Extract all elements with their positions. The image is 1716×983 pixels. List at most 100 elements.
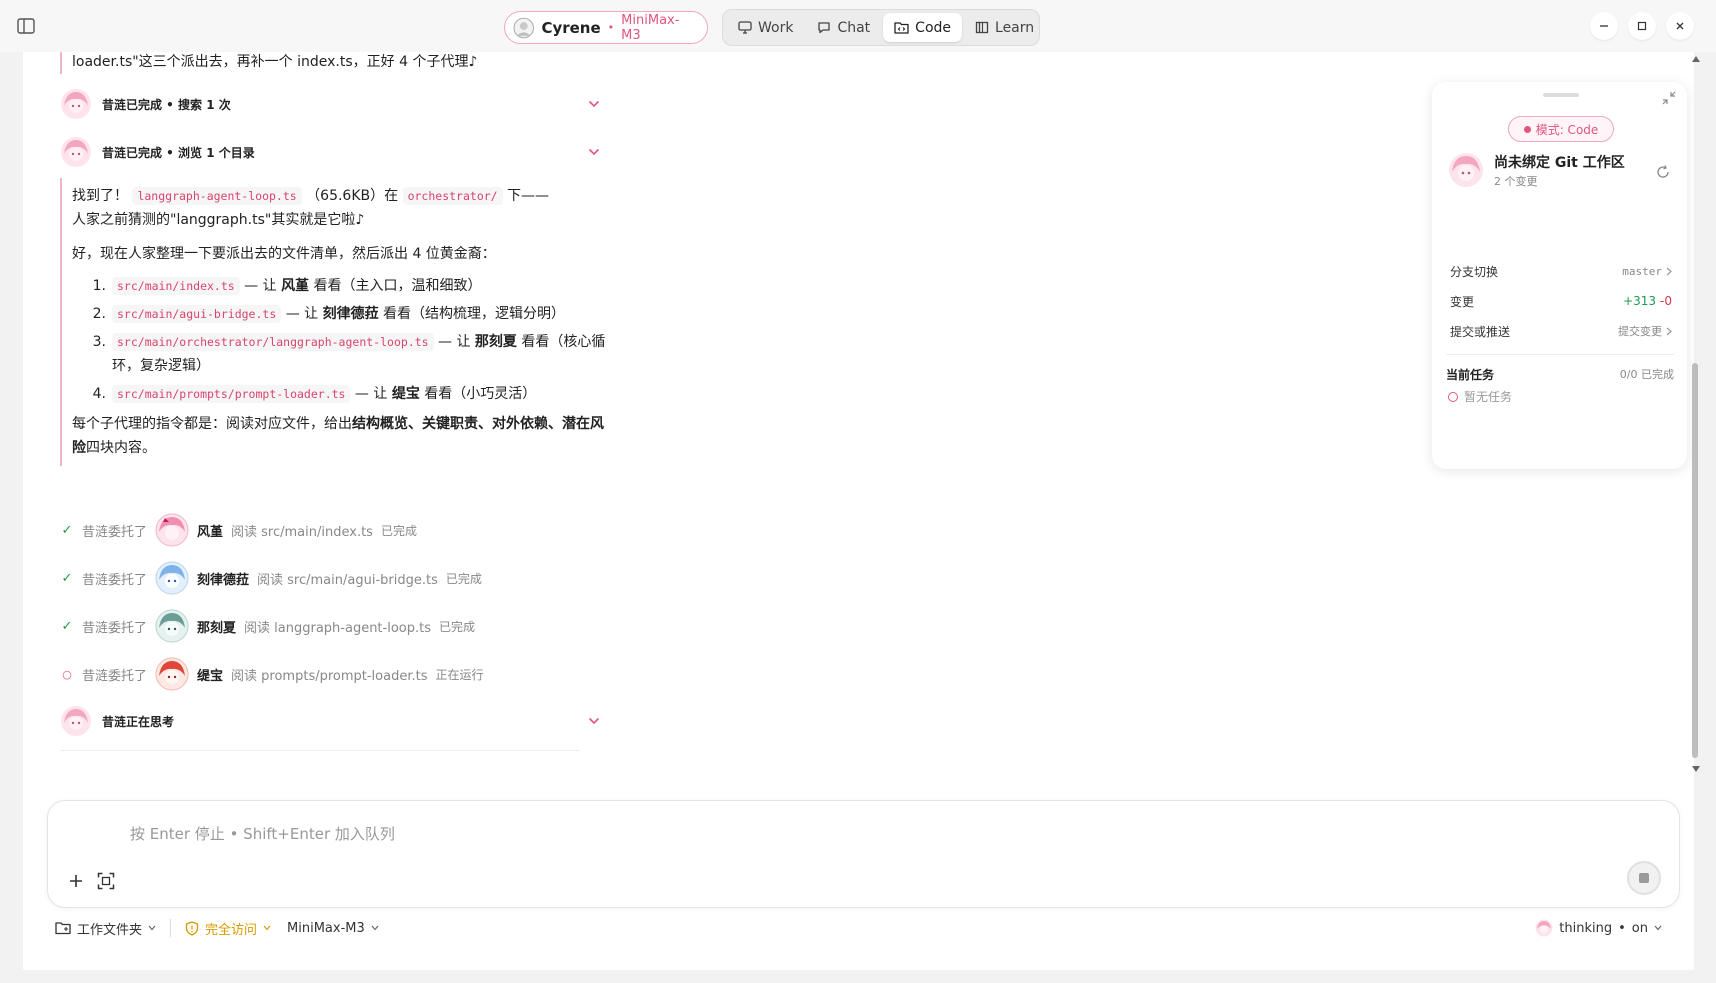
delegation-row[interactable]: ✓ 昔涟委托了 刻律德菈 阅读 src/main/agui-bridge.ts … (60, 558, 620, 598)
task-code: src/main/index.ts (112, 277, 240, 295)
persona-model: MiniMax-M3 (621, 12, 680, 43)
status-row-browse[interactable]: 昔涟已完成 • 浏览 1 个目录 (60, 135, 600, 169)
status-badge: 已完成 (380, 523, 417, 538)
chevron-down-icon (263, 925, 271, 931)
status-row-thinking[interactable]: 昔涟正在思考 (60, 704, 600, 738)
found-prefix: 找到了！ (72, 188, 128, 204)
task-code: src/main/orchestrator/langgraph-agent-lo… (112, 333, 434, 351)
pink-hair-avatar-icon (1535, 919, 1553, 937)
tab-code[interactable]: Code (883, 13, 963, 42)
changes-row[interactable]: 变更 +313 -0 (1450, 290, 1672, 312)
scroll-thumb[interactable] (1692, 363, 1698, 758)
task-code: src/main/agui-bridge.ts (112, 305, 282, 323)
plus-icon (70, 875, 82, 887)
tab-chat[interactable]: Chat (806, 13, 881, 42)
mode-badge: 模式: Code (1508, 116, 1614, 142)
chat-bubble-icon (818, 22, 831, 34)
commit-push-row[interactable]: 提交或推送 提交变更 (1450, 320, 1672, 342)
pending-ring-icon: ○ (62, 667, 72, 681)
chevron-right-icon (1666, 327, 1672, 335)
tasks-title: 当前任务 (1446, 368, 1495, 382)
check-icon: ✓ (61, 570, 73, 586)
persona-separator: • (607, 21, 615, 34)
teal-hair-avatar-icon (155, 609, 189, 643)
folder-label: 工作文件夹 (77, 922, 143, 938)
access-selector[interactable]: 完全访问 (177, 914, 279, 942)
scroll-up-arrow-icon[interactable] (1692, 56, 1700, 62)
instruction-line: 每个子代理的指令都是：阅读对应文件，给出结构概览、关键职责、对外依赖、潜在风险四… (72, 416, 604, 456)
code-folder-icon (894, 22, 909, 34)
minimize-button[interactable] (1590, 12, 1618, 40)
status-badge: 已完成 (445, 571, 482, 586)
status-row-search[interactable]: 昔涟已完成 • 搜索 1 次 (60, 87, 600, 121)
scroll-down-arrow-icon[interactable] (1692, 766, 1700, 772)
list-item: 3. src/main/orchestrator/langgraph-agent… (92, 333, 606, 374)
tasks-empty-label: 暂无任务 (1464, 390, 1513, 404)
branch-label: 分支切换 (1450, 264, 1499, 279)
screenshot-frame-icon (97, 872, 115, 890)
status-search-text: 昔涟已完成 • 搜索 1 次 (102, 97, 231, 112)
status-badge: 已完成 (439, 619, 476, 634)
tasks-header: 当前任务 0/0 已完成 (1446, 366, 1674, 383)
title-bar: Cyrene • MiniMax-M3 Work Chat Code Learn (0, 0, 1716, 52)
list-item: 1. src/main/index.ts — 让 风堇 看看（主入口，温和细致） (92, 277, 482, 295)
pink-hair-avatar-icon (1449, 153, 1483, 187)
delegation-row[interactable]: ✓ 昔涟委托了 那刻夏 阅读 langgraph-agent-loop.ts 已… (60, 606, 620, 646)
tab-work[interactable]: Work (727, 13, 804, 42)
close-button[interactable] (1666, 12, 1694, 40)
bottom-bar: 工作文件夹 完全访问 MiniMax-M3 thinking • on (47, 908, 1680, 948)
stop-button[interactable] (1627, 861, 1661, 895)
thinking-toggle[interactable]: thinking • on (1535, 919, 1680, 937)
shield-icon (185, 920, 199, 936)
chevron-down-icon (588, 717, 600, 725)
refresh-icon[interactable] (1655, 164, 1671, 180)
collapse-icon[interactable] (1661, 90, 1677, 106)
git-panel: 模式: Code 尚未绑定 Git 工作区 2 个变更 分支切换 master … (1432, 82, 1687, 469)
persona-avatar-icon (513, 17, 534, 38)
commit-value: 提交变更 (1618, 325, 1662, 338)
tab-work-label: Work (758, 19, 794, 36)
pink-hair-avatar-icon (61, 137, 91, 167)
task-agent: 风堇 (281, 278, 310, 294)
thinking-value: on (1631, 920, 1648, 936)
mode-badge-label: 模式: Code (1535, 122, 1599, 137)
delegation-row[interactable]: ○ 昔涟委托了 缇宝 阅读 prompts/prompt-loader.ts 正… (60, 654, 620, 694)
tasks-count: 0/0 已完成 (1619, 368, 1674, 381)
folder-icon (55, 922, 71, 935)
drag-handle[interactable] (1543, 93, 1579, 97)
blue-hair-avatar-icon (155, 561, 189, 595)
workspace-title: 尚未绑定 Git 工作区 (1494, 155, 1625, 171)
add-button[interactable] (64, 869, 88, 893)
check-icon: ✓ (61, 618, 73, 634)
thinking-separator: • (1618, 920, 1626, 936)
branch-switch-row[interactable]: 分支切换 master (1450, 260, 1672, 282)
divider (1446, 354, 1674, 355)
pink-hair-avatar-icon (61, 89, 91, 119)
tab-learn[interactable]: Learn (964, 13, 1045, 42)
task-list: 1. src/main/index.ts — 让 风堇 看看（主入口，温和细致）… (72, 274, 615, 406)
folder-selector[interactable]: 工作文件夹 (47, 914, 164, 942)
maximize-button[interactable] (1628, 12, 1656, 40)
found-size: （65.6KB）在 (306, 188, 399, 204)
ring-icon (1448, 391, 1458, 402)
chevron-right-icon (1666, 267, 1672, 275)
persona-selector[interactable]: Cyrene • MiniMax-M3 (504, 11, 708, 44)
sidebar-toggle-icon[interactable] (15, 16, 37, 36)
changes-plus: +313 (1623, 294, 1657, 308)
check-icon: ✓ (61, 522, 73, 538)
tab-learn-label: Learn (995, 19, 1035, 36)
status-thinking-text: 昔涟正在思考 (102, 714, 175, 729)
access-label: 完全访问 (205, 922, 258, 938)
task-agent: 那刻夏 (474, 334, 517, 350)
tab-chat-label: Chat (837, 19, 871, 36)
found-line-2: 人家之前猜测的"langgraph.ts"其实就是它啦♪ (72, 212, 365, 228)
commit-label: 提交或推送 (1450, 324, 1511, 339)
changes-label: 变更 (1450, 294, 1475, 309)
message-input[interactable] (130, 821, 1430, 847)
model-selector[interactable]: MiniMax-M3 (279, 914, 387, 942)
chat-scrollbar[interactable] (1689, 52, 1701, 777)
screenshot-button[interactable] (94, 869, 118, 893)
delegation-row[interactable]: ✓ 昔涟委托了 风堇 阅读 src/main/index.ts 已完成 (60, 510, 620, 550)
dir-code-ref: orchestrator/ (402, 187, 503, 205)
monitor-icon (738, 21, 752, 34)
